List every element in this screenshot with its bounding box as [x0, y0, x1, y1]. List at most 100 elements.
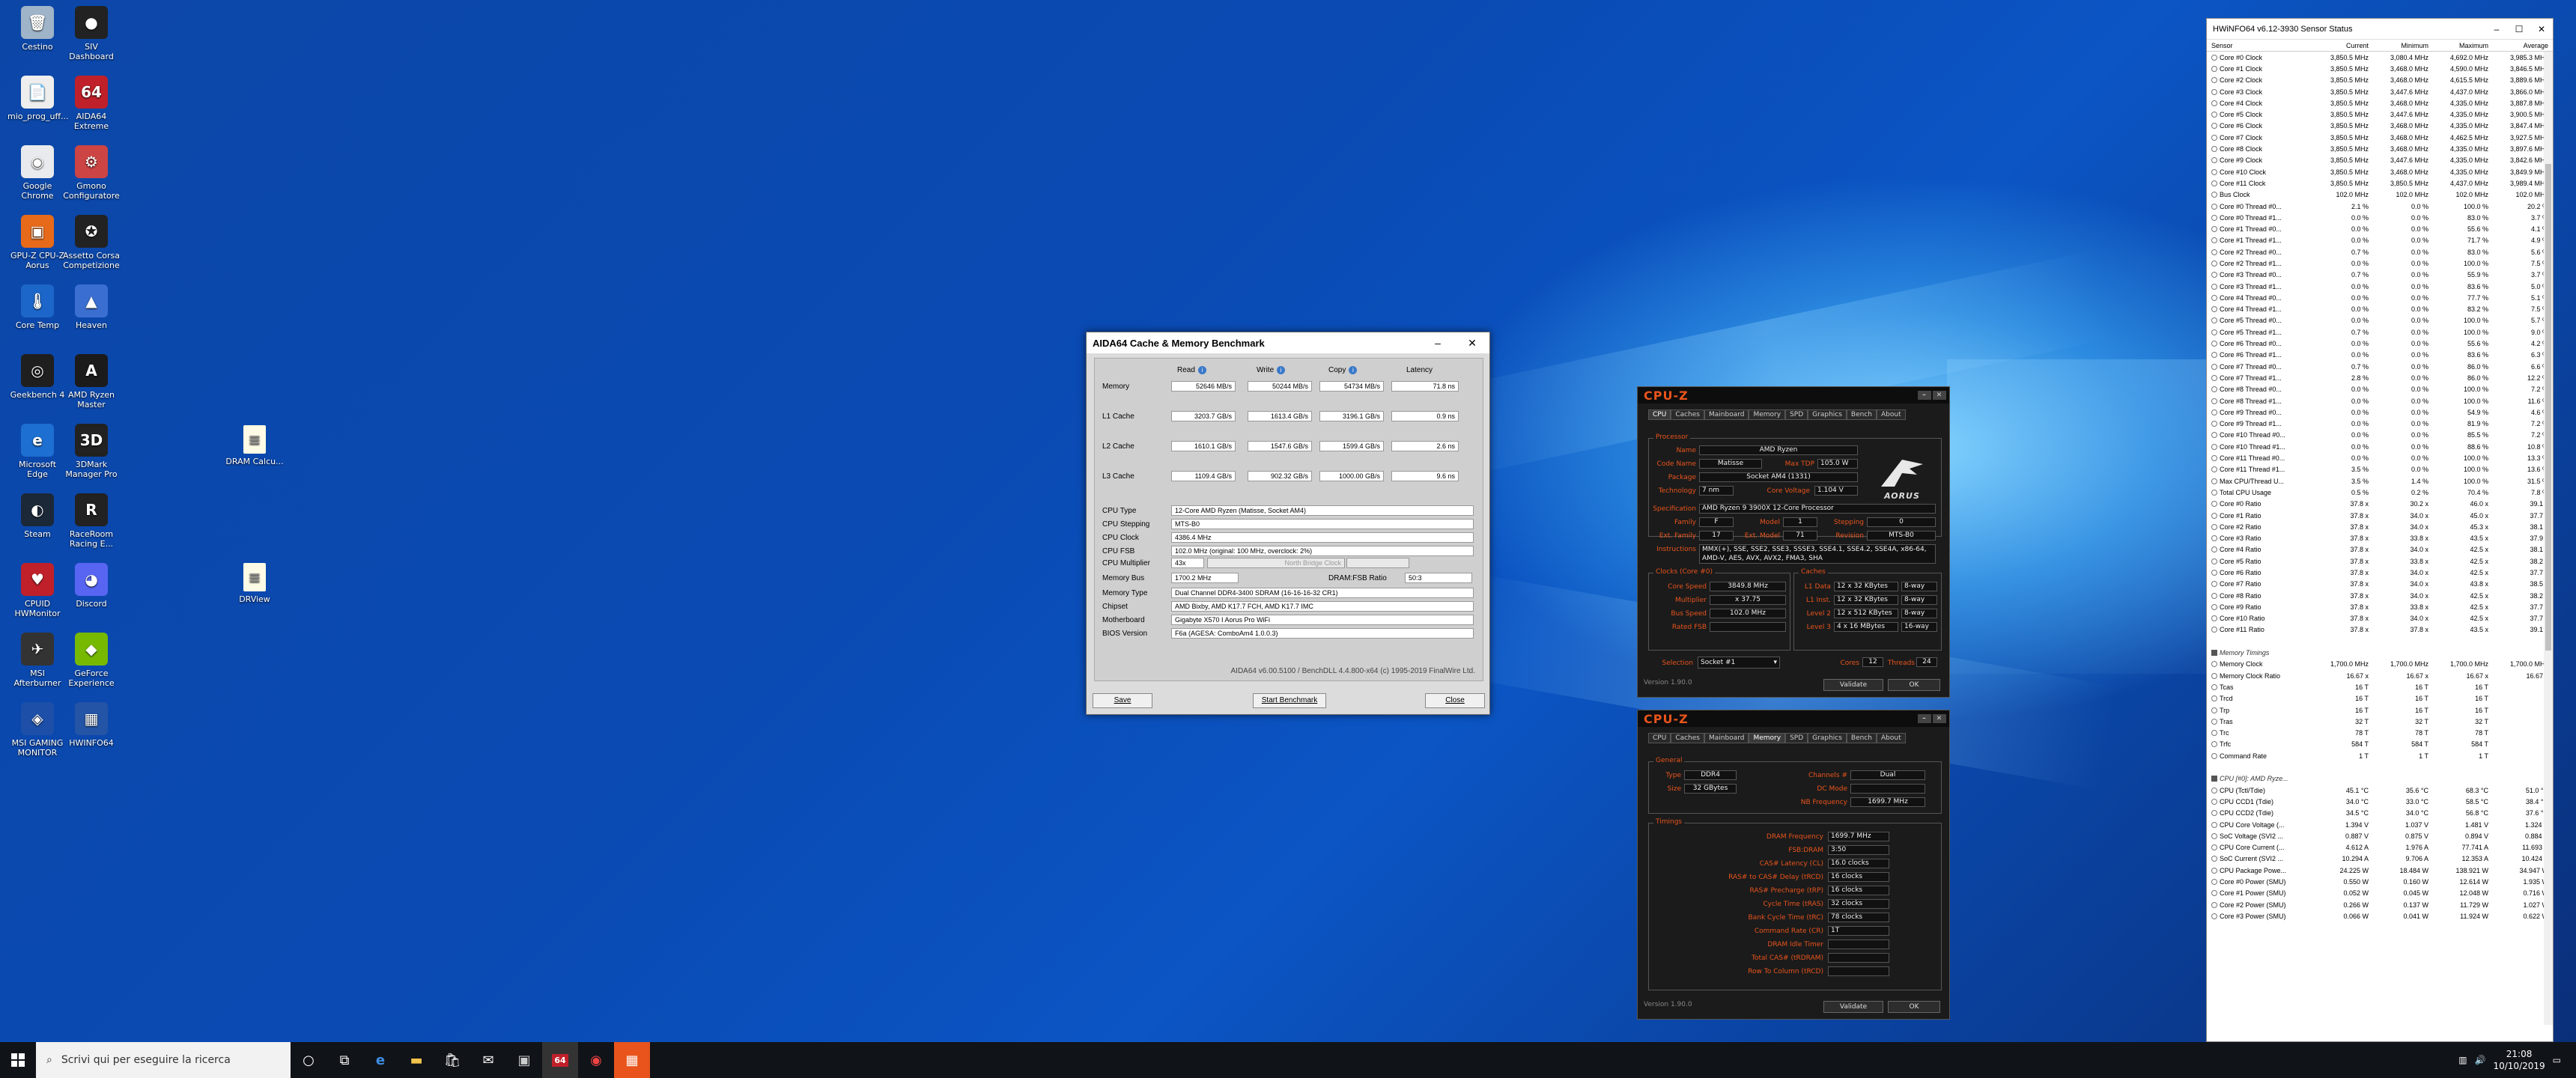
desktop-icon[interactable]: ◆ GeForce Experience	[61, 633, 121, 688]
mail-icon[interactable]: ✉	[470, 1042, 506, 1078]
desktop-icon[interactable]: 📄 mio_prog_uff...	[7, 76, 69, 121]
tab-mainboard[interactable]: Mainboard	[1704, 409, 1749, 420]
sensor-row[interactable]: CPU CCD1 (Tdie) 34.0 °C 33.0 °C 58.5 °C 38.4…	[2207, 796, 2553, 807]
notification-icon[interactable]: ▭	[2553, 1055, 2561, 1065]
sensor-row[interactable]: Core #7 Thread #0... 0.7 % 0.0 % 86.0 % 6.6 …	[2207, 361, 2553, 372]
tab-memory[interactable]: Memory	[1749, 409, 1786, 420]
file-explorer-icon[interactable]: ▬	[398, 1042, 434, 1078]
sensor-row[interactable]: CPU (Tctl/Tdie) 45.1 °C 35.6 °C 68.3 °C 51.0…	[2207, 785, 2553, 796]
cpuz-title-bar[interactable]: CPU-Z – ✕	[1638, 387, 1949, 404]
close-button[interactable]: Close	[1425, 693, 1485, 708]
sensor-row[interactable]: Core #0 Thread #1... 0.0 % 0.0 % 83.0 % 3.7 …	[2207, 212, 2553, 223]
sensor-row[interactable]: Core #10 Clock 3,850.5 MHz 3,468.0 MHz 4,33…	[2207, 166, 2553, 177]
desktop-icon[interactable]: ▦ HWINFO64	[61, 702, 121, 748]
sensor-row[interactable]: Memory Clock Ratio 16.67 x 16.67 x 16.67 x 1…	[2207, 670, 2553, 681]
sensor-row[interactable]: Core #11 Thread #0... 0.0 % 0.0 % 100.0 % 13…	[2207, 452, 2553, 463]
sensor-row[interactable]: Core #5 Ratio 37.8 x 33.8 x 42.5 x 38.2 x	[2207, 555, 2553, 567]
desktop-icon[interactable]: 🌡 Core Temp	[7, 284, 67, 330]
desktop-icon[interactable]: ✪ Assetto Corsa Competizione	[61, 215, 121, 270]
tab-graphics[interactable]: Graphics	[1808, 733, 1847, 743]
sensor-row[interactable]: Tcas 16 T 16 T 16 T	[2207, 681, 2553, 692]
sensor-row[interactable]: Core #3 Thread #1... 0.0 % 0.0 % 83.6 % 5.0 …	[2207, 281, 2553, 292]
sensor-section-header[interactable]: CPU [#0]: AMD Ryze...	[2207, 773, 2553, 785]
column-header-average[interactable]: Average	[2488, 42, 2548, 49]
validate-button[interactable]: Validate	[1823, 1001, 1883, 1013]
sensor-section-header[interactable]: Memory Timings	[2207, 647, 2553, 658]
cpuz-cpu-window[interactable]: CPU-Z – ✕ CPU Caches Mainboard Memory SPD Graph…	[1637, 386, 1950, 698]
sensor-row[interactable]: Core #5 Thread #1... 0.7 % 0.0 % 100.0 % 9.0…	[2207, 326, 2553, 338]
hwinfo-sensor-window[interactable]: HWiNFO64 v6.12-3930 Sensor Status – ☐ ✕ Se…	[2206, 18, 2554, 1042]
sensor-row[interactable]: Core #7 Clock 3,850.5 MHz 3,468.0 MHz 4,462…	[2207, 132, 2553, 143]
hwinfo-taskbar-icon[interactable]: ▦	[614, 1042, 650, 1078]
tab-spd[interactable]: SPD	[1785, 733, 1808, 743]
task-view-icon[interactable]: ⧉	[326, 1042, 362, 1078]
sensor-row[interactable]: Trfc 584 T 584 T 584 T	[2207, 739, 2553, 750]
sensor-row[interactable]: Bus Clock 102.0 MHz 102.0 MHz 102.0 MHz 102.…	[2207, 189, 2553, 201]
sensor-row[interactable]: Core #0 Power (SMU) 0.550 W 0.160 W 12.614 …	[2207, 876, 2553, 887]
sensor-row[interactable]: Core #10 Ratio 37.8 x 34.0 x 42.5 x 37.7 x	[2207, 613, 2553, 624]
desktop-icon[interactable]: A AMD Ryzen Master	[61, 354, 121, 409]
info-icon[interactable]: i	[1277, 366, 1286, 374]
close-icon[interactable]: ✕	[1455, 337, 1489, 350]
sensor-row[interactable]: Core #3 Clock 3,850.5 MHz 3,447.6 MHz 4,437…	[2207, 86, 2553, 97]
sensor-row[interactable]: Core #0 Thread #0... 2.1 % 0.0 % 100.0 % 20.…	[2207, 201, 2553, 212]
ok-button[interactable]: OK	[1888, 1001, 1940, 1013]
sensor-row[interactable]: Core #1 Thread #1... 0.0 % 0.0 % 71.7 % 4.9 …	[2207, 235, 2553, 246]
sensor-row[interactable]: Core #1 Clock 3,850.5 MHz 3,468.0 MHz 4,590…	[2207, 63, 2553, 74]
minimize-icon[interactable]: –	[1918, 714, 1931, 723]
tab-about[interactable]: About	[1877, 733, 1906, 743]
tab-caches[interactable]: Caches	[1671, 409, 1704, 420]
edge-taskbar-icon[interactable]: e	[362, 1042, 398, 1078]
sensor-row[interactable]: Core #4 Ratio 37.8 x 34.0 x 42.5 x 38.1 x	[2207, 544, 2553, 555]
sensor-row[interactable]: Core #2 Ratio 37.8 x 34.0 x 45.3 x 38.1 x	[2207, 521, 2553, 532]
column-header-maximum[interactable]: Maximum	[2428, 42, 2488, 49]
tab-about[interactable]: About	[1877, 409, 1906, 420]
sensor-row[interactable]: Core #9 Clock 3,850.5 MHz 3,447.6 MHz 4,335…	[2207, 155, 2553, 166]
aida-title-bar[interactable]: AIDA64 Cache & Memory Benchmark – ✕	[1087, 332, 1489, 353]
sensor-row[interactable]: Tras 32 T 32 T 32 T	[2207, 716, 2553, 727]
desktop-icon[interactable]: ● SIV Dashboard	[61, 6, 121, 61]
column-header-sensor[interactable]: Sensor	[2207, 42, 2309, 49]
tab-graphics[interactable]: Graphics	[1808, 409, 1847, 420]
info-icon[interactable]: i	[1197, 366, 1206, 374]
sensor-row[interactable]: Trp 16 T 16 T 16 T	[2207, 704, 2553, 716]
sensor-row[interactable]: Core #0 Clock 3,850.5 MHz 3,080.4 MHz 4,692…	[2207, 52, 2553, 63]
desktop-file-icon[interactable]: ≡ DRAM Calcu...	[225, 425, 285, 466]
desktop-icon[interactable]: 3D 3DMark Manager Pro	[61, 424, 121, 479]
hwinfo-scrollbar[interactable]	[2544, 52, 2553, 1025]
sensor-row[interactable]: Core #8 Ratio 37.8 x 34.0 x 42.5 x 38.2 x	[2207, 590, 2553, 601]
sensor-row[interactable]: Core #6 Clock 3,850.5 MHz 3,468.0 MHz 4,335…	[2207, 121, 2553, 132]
desktop-icon[interactable]: ✈ MSI Afterburner	[7, 633, 67, 688]
sensor-row[interactable]: Core #5 Thread #0... 0.0 % 0.0 % 100.0 % 5.7…	[2207, 315, 2553, 326]
tab-spd[interactable]: SPD	[1785, 409, 1808, 420]
desktop-icon[interactable]: 🗑 Cestino	[7, 6, 67, 52]
sensor-row[interactable]: Core #4 Thread #1... 0.0 % 0.0 % 83.2 % 7.5 …	[2207, 304, 2553, 315]
tab-cpu[interactable]: CPU	[1648, 409, 1671, 420]
clock[interactable]: 21:08 10/10/2019	[2493, 1048, 2545, 1072]
sensor-row[interactable]: Total CPU Usage 0.5 % 0.2 % 70.4 % 7.8 %	[2207, 487, 2553, 498]
sensor-row[interactable]: SoC Current (SVI2 ... 10.294 A 9.706 A 12.3…	[2207, 853, 2553, 865]
sensor-row[interactable]: Core #0 Ratio 37.8 x 30.2 x 46.0 x 39.1 x	[2207, 499, 2553, 510]
column-header-minimum[interactable]: Minimum	[2369, 42, 2428, 49]
desktop-icon[interactable]: 64 AIDA64 Extreme	[61, 76, 121, 131]
minimize-icon[interactable]: –	[1918, 391, 1931, 400]
sensor-row[interactable]: CPU Core Current (... 4.612 A 1.976 A 77.74…	[2207, 841, 2553, 853]
desktop-icon[interactable]: ◕ Discord	[61, 563, 121, 609]
save-button[interactable]: Save	[1093, 693, 1152, 708]
store-icon[interactable]: 🛍	[434, 1042, 470, 1078]
network-icon[interactable]: ▥	[2458, 1055, 2467, 1065]
cortana-icon[interactable]: ○	[291, 1042, 326, 1078]
sensor-row[interactable]: Core #1 Thread #0... 0.0 % 0.0 % 55.6 % 4.1 …	[2207, 223, 2553, 234]
sensor-row[interactable]: Core #6 Thread #1... 0.0 % 0.0 % 83.6 % 6.3 …	[2207, 350, 2553, 361]
socket-select[interactable]: Socket #1 ▾	[1698, 657, 1780, 669]
sensor-row[interactable]: Memory Clock 1,700.0 MHz 1,700.0 MHz 1,700.…	[2207, 659, 2553, 670]
sensor-row[interactable]: Core #2 Thread #1... 0.0 % 0.0 % 100.0 % 7.5…	[2207, 258, 2553, 269]
cpuz-title-bar[interactable]: CPU-Z – ✕	[1638, 710, 1949, 727]
desktop-file-icon[interactable]: ≡ DRView	[225, 563, 285, 604]
chrome-taskbar-icon[interactable]: ◉	[578, 1042, 614, 1078]
info-icon[interactable]: i	[1349, 366, 1358, 374]
sensor-row[interactable]: Core #5 Clock 3,850.5 MHz 3,447.6 MHz 4,335…	[2207, 109, 2553, 120]
sensor-row[interactable]: Core #1 Power (SMU) 0.052 W 0.045 W 12.048 …	[2207, 888, 2553, 899]
sensor-row[interactable]: Core #7 Ratio 37.8 x 34.0 x 43.8 x 38.5 x	[2207, 579, 2553, 590]
sensor-row[interactable]: SoC Voltage (SVI2 ... 0.887 V 0.875 V 0.894…	[2207, 830, 2553, 841]
